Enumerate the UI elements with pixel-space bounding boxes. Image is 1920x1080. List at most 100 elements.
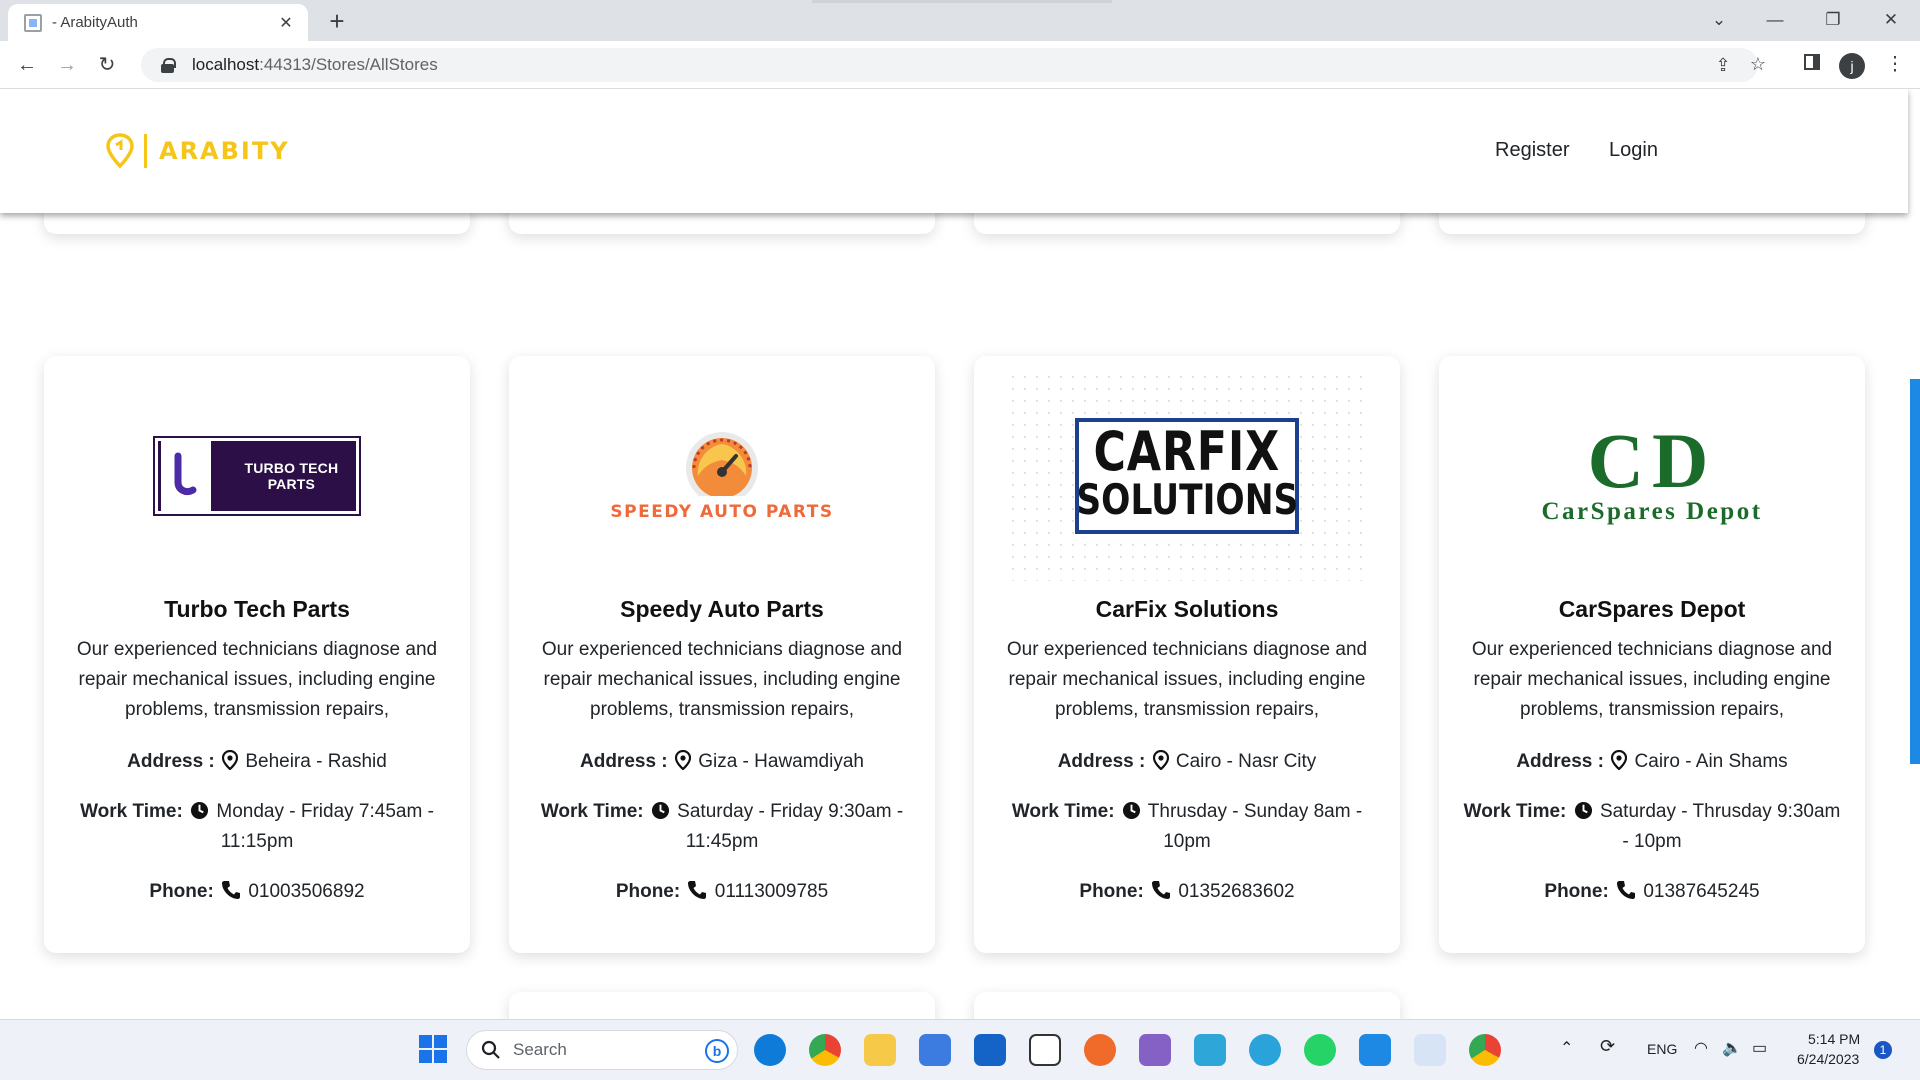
work-time-row: Work Time: Monday - Friday 7:45am - 11:1… [44,797,470,857]
language-indicator[interactable]: ENG [1647,1041,1677,1057]
browser-tab-active[interactable]: - ArabityAuth ✕ [8,4,308,41]
phone-number: 01387645245 [1643,881,1760,902]
speedy-auto-logo: SPEEDY AUTO PARTS [610,430,833,522]
phone-row: Phone: 01352683602 [974,877,1400,907]
speedy-logo-text: SPEEDY AUTO PARTS [610,502,834,522]
restore-button[interactable]: ❐ [1810,4,1856,36]
clock-icon [651,801,669,820]
browser-tab-strip: - ArabityAuth ✕ + ⌄ — ❐ ✕ [0,0,1920,41]
chrome-icon[interactable] [809,1034,841,1066]
clock-icon [1122,801,1140,820]
text-editor-icon[interactable] [1029,1034,1061,1066]
work-time-value: Monday - Friday 7:45am - 11:15pm [216,801,434,852]
phone-number: 01003506892 [248,881,365,902]
carfix-logo-background: CARFIX SOLUTIONS [1007,371,1367,581]
address-row: Address : Cairo - Nasr City [974,747,1400,777]
close-window-button[interactable]: ✕ [1868,4,1914,36]
minimize-button[interactable]: — [1752,4,1798,36]
bing-icon[interactable]: b [705,1039,729,1063]
forward-arrow-icon[interactable]: → [52,50,82,80]
wifi-icon[interactable]: ◠ [1694,1038,1708,1058]
postman-icon[interactable] [1084,1034,1116,1066]
store-card-speedy-auto-parts[interactable]: SPEEDY AUTO PARTS Speedy Auto Parts Our … [509,356,935,953]
work-time-row: Work Time: Saturday - Friday 9:30am - 11… [509,797,935,857]
work-time-row: Work Time: Thrusday - Sunday 8am - 10pm [974,797,1400,857]
address-label: Address : [1516,751,1604,772]
register-link[interactable]: Register [1495,139,1569,162]
tray-chevron-up-icon[interactable]: ⌃ [1560,1038,1573,1058]
reload-icon[interactable]: ↻ [92,50,122,80]
store-card[interactable] [509,992,935,1019]
store-name: Turbo Tech Parts [164,596,350,622]
bookmark-star-icon[interactable]: ☆ [1748,54,1768,74]
brand-divider [144,134,147,168]
map-pin-icon [1152,750,1169,770]
share-icon[interactable]: ⇪ [1713,55,1733,75]
address-row: Address : Cairo - Ain Shams [1439,747,1865,777]
snipping-tool-icon[interactable] [1414,1034,1446,1066]
phone-row: Phone: 01113009785 [509,877,935,907]
carspares-logo-text: CarSpares Depot [1541,498,1763,525]
tab-search-chevron-icon[interactable]: ⌄ [1696,4,1742,36]
page-viewport: ARABITY Register Login Phone: 0122930085… [0,89,1920,1019]
store-description: Our experienced technicians diagnose and… [1471,639,1833,720]
address-bar[interactable]: localhost:44313/Stores/AllStores ⇪ ☆ [141,48,1766,82]
battery-icon[interactable]: ▭ [1752,1038,1767,1058]
work-time-value: Saturday - Friday 9:30am - 11:45pm [677,801,904,852]
tab-close-icon[interactable]: ✕ [276,13,296,33]
notification-badge[interactable]: 1 [1874,1041,1892,1059]
store-description: Our experienced technicians diagnose and… [76,639,438,720]
profile-avatar[interactable]: j [1839,53,1865,79]
phone-icon [1152,881,1171,899]
new-tab-button[interactable]: + [322,6,352,36]
sync-icon[interactable]: ⟳ [1600,1036,1615,1057]
app-icon[interactable] [1359,1034,1391,1066]
edge-icon[interactable] [754,1034,786,1066]
menu-kebab-icon[interactable]: ⋮ [1880,50,1910,80]
telegram-icon[interactable] [1249,1034,1281,1066]
page-scrollbar-thumb[interactable] [1910,379,1920,764]
chrome-running-icon[interactable] [1469,1034,1501,1066]
work-time-value: Thrusday - Sunday 8am - 10pm [1147,801,1363,852]
phone-icon [222,881,241,899]
volume-icon[interactable]: 🔈 [1722,1038,1742,1058]
address-value: Cairo - Ain Shams [1634,751,1788,772]
microsoft-store-icon[interactable] [919,1034,951,1066]
turbo-t-icon [161,441,211,511]
store-card-turbo-tech-parts[interactable]: TURBO TECH PARTS Turbo Tech Parts Our ex… [44,356,470,953]
store-card[interactable] [974,992,1400,1019]
clock-icon [1574,801,1592,820]
carfix-logo: CARFIX SOLUTIONS [1075,418,1299,534]
whatsapp-icon[interactable] [1304,1034,1336,1066]
windows-start-icon[interactable] [418,1034,450,1066]
address-value: Giza - Hawamdiyah [698,751,864,772]
speedometer-icon [685,432,758,496]
back-arrow-icon[interactable]: ← [12,50,42,80]
phone-label: Phone: [615,881,681,902]
work-time-label: Work Time: [1011,801,1115,822]
store-logo: CD CarSpares Depot [1439,356,1865,596]
mail-icon[interactable] [974,1034,1006,1066]
map-pin-icon [1611,750,1628,770]
carspares-logo: CD CarSpares Depot [1541,422,1763,526]
side-panel-icon[interactable] [1797,50,1827,80]
phone-row: Phone: 01003506892 [44,877,470,907]
phone-label: Phone: [1544,881,1609,902]
file-explorer-icon[interactable] [864,1034,896,1066]
work-time-label: Work Time: [540,801,644,822]
store-name: Speedy Auto Parts [620,596,824,622]
taskbar-search-box[interactable]: Search b [466,1030,738,1070]
work-time-row: Work Time: Saturday - Thrusday 9:30am - … [1439,797,1865,857]
lock-icon[interactable] [161,58,176,73]
store-logo: SPEEDY AUTO PARTS [509,356,935,596]
store-card-carspares-depot[interactable]: CD CarSpares Depot CarSpares Depot Our e… [1439,356,1865,953]
brand-logo[interactable]: ARABITY [106,133,290,169]
store-card-carfix-solutions[interactable]: CARFIX SOLUTIONS CarFix Solutions Our ex… [974,356,1400,953]
address-label: Address : [580,751,668,772]
login-link[interactable]: Login [1609,139,1658,162]
network-tool-icon[interactable] [1194,1034,1226,1066]
url-text[interactable]: localhost:44313/Stores/AllStores [192,55,438,75]
clock-date[interactable]: 6/24/2023 [1797,1051,1859,1067]
visual-studio-icon[interactable] [1139,1034,1171,1066]
clock-time[interactable]: 5:14 PM [1808,1031,1860,1047]
